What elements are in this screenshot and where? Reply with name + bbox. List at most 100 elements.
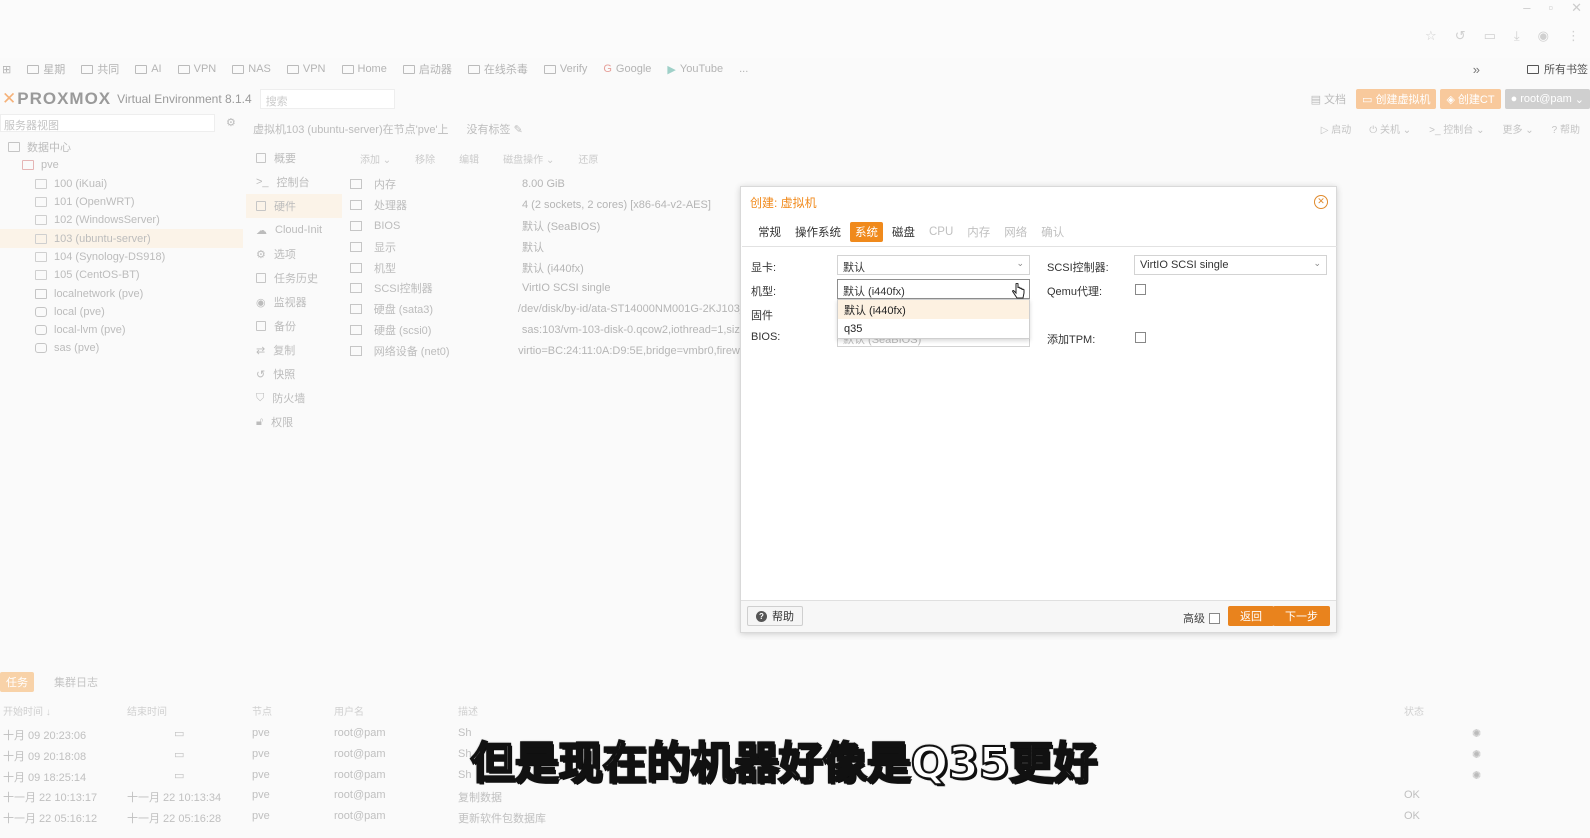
hardware-row[interactable]: 硬盘 (sata3)/dev/disk/by-id/ata-ST14000NM0… [346,299,746,320]
graphics-select[interactable]: 默认 ⌄ [837,255,1030,275]
tpm-checkbox[interactable] [1135,332,1146,343]
tree-item-node[interactable]: pve [0,156,243,174]
tree-item-storage[interactable]: local-lvm (pve) [0,321,243,339]
column-header[interactable]: 描述 [458,703,478,718]
gear-icon[interactable]: ⚙ [226,116,236,129]
disk-action-button[interactable]: 磁盘操作 ⌄ [503,151,554,166]
bookmark-item[interactable]: G Google [603,63,651,75]
column-header[interactable]: 用户名 [334,703,364,718]
docs-button[interactable]: ▤ 文档 [1305,89,1352,109]
table-row[interactable]: 十一月 22 05:16:12 十一月 22 05:16:28 pve root… [0,807,1590,828]
bookmark-item[interactable]: 星期 [27,61,65,77]
history-icon[interactable]: ↺ [1455,28,1466,44]
tree-item-vm[interactable]: 100 (iKuai) [0,175,243,193]
tree-item-vm[interactable]: 105 (CentOS-BT) [0,266,243,284]
download-icon[interactable]: ⤓ [1514,28,1520,44]
tree-item-vm[interactable]: 104 (Synology-DS918) [0,248,243,266]
dropdown-option[interactable]: q35 [838,319,1029,338]
tab-tasks[interactable]: 任务 [0,672,34,692]
bookmark-item[interactable]: VPN [286,63,326,75]
bookmark-item[interactable]: AI [135,63,162,75]
tab-cluster-log[interactable]: 集群日志 [48,672,104,692]
scsi-controller-select[interactable]: VirtIO SCSI single ⌄ [1134,255,1327,275]
bookmark-item[interactable]: 在线杀毒 [467,61,528,77]
menu-icon[interactable]: ⋮ [1567,28,1580,44]
tree-item-storage[interactable]: local (pve) [0,303,243,321]
hardware-row[interactable]: 内存 8.00 GiB [346,174,746,195]
user-menu-button[interactable]: ● root@pam ⌄ [1504,89,1590,109]
advanced-toggle[interactable]: 高级 [1183,610,1220,626]
submenu-item[interactable]: ⇄ 复制 [246,338,342,362]
shutdown-button[interactable]: ⏻ 关机 ⌄ [1369,121,1411,136]
column-header[interactable]: 状态 [1404,703,1424,718]
apps-icon[interactable]: ⊞ [2,63,11,76]
back-button[interactable]: 返回 [1228,606,1274,626]
close-icon[interactable]: ✕ [1571,0,1582,16]
submenu-item[interactable]: 任务历史 [246,266,342,290]
more-button[interactable]: 更多 ⌄ [1502,121,1533,136]
all-bookmarks-button[interactable]: 所有书签 [1527,58,1588,80]
submenu-item[interactable]: ◉ 监视器 [246,290,342,314]
column-header[interactable]: 结束时间 [127,703,167,718]
tags-edit[interactable]: 没有标签 ✎ [467,121,523,137]
console-button[interactable]: >_ 控制台 ⌄ [1429,121,1484,136]
submenu-item[interactable]: >_ 控制台 [246,170,342,194]
submenu-item[interactable]: ⚙ 选项 [246,242,342,266]
tree-item-datacenter[interactable]: 数据中心 [0,138,243,156]
tree-item-vm-selected[interactable]: 103 (ubuntu-server) [0,229,243,248]
submenu-item[interactable]: 🔓︎ 权限 [246,410,342,434]
view-select[interactable]: 服务器视图 [0,114,215,132]
hardware-row[interactable]: 处理器 4 (2 sockets, 2 cores) [x86-64-v2-AES… [346,195,746,216]
bookmark-item[interactable]: ... [739,63,748,75]
bookmark-star-icon[interactable]: ☆ [1425,28,1437,44]
bookmark-item[interactable]: 共同 [81,61,119,77]
hardware-row[interactable]: 网络设备 (net0) virtio=BC:24:11:0A:D9:5E,brid… [346,340,746,361]
qemu-agent-checkbox[interactable] [1135,284,1146,295]
start-button[interactable]: ▷ 启动 [1321,121,1351,136]
bookmark-item[interactable]: NAS [232,63,271,75]
tab-general[interactable]: 常规 [753,222,786,242]
column-header[interactable]: 开始时间 ↓ [3,703,51,718]
dropdown-option[interactable]: 默认 (i440fx) [838,300,1029,319]
profile-icon[interactable]: ◉ [1538,28,1549,44]
tree-item-storage[interactable]: sas (pve) [0,339,243,357]
create-vm-button[interactable]: ▭ 创建虚拟机 [1356,89,1437,109]
bookmark-item[interactable]: 启动器 [402,61,452,77]
column-header[interactable]: 节点 [252,703,272,718]
submenu-item[interactable]: ↺ 快照 [246,362,342,386]
tab-os[interactable]: 操作系统 [790,222,846,242]
edit-button[interactable]: 编辑 [459,151,479,166]
minimize-icon[interactable]: – [1523,0,1530,16]
tab-system[interactable]: 系统 [850,222,883,242]
create-ct-button[interactable]: ◈ 创建CT [1440,89,1501,109]
tree-item-vm[interactable]: 102 (WindowsServer) [0,211,243,229]
search-input[interactable]: 搜索 [259,89,395,109]
machine-select[interactable]: 默认 (i440fx) ⌄ [837,279,1030,299]
tab-disks[interactable]: 磁盘 [887,222,920,242]
submenu-item[interactable]: ☁ Cloud-Init [246,218,342,242]
bookmark-item[interactable]: ▶ YouTube [667,63,723,76]
bookmark-item[interactable]: Home [341,63,387,75]
hardware-row[interactable]: SCSI控制器 VirtIO SCSI single [346,278,746,299]
revert-button[interactable]: 还原 [578,151,598,166]
submenu-item[interactable]: 概要 [246,146,342,170]
bookmark-item[interactable]: Verify [543,63,587,75]
close-icon[interactable]: ✕ [1314,195,1328,209]
tree-item-network[interactable]: localnetwork (pve) [0,284,243,302]
bookmark-item[interactable]: VPN [177,63,216,75]
submenu-item[interactable]: 备份 [246,314,342,338]
help-button[interactable]: ? 帮助 [747,606,803,626]
remove-button[interactable]: 移除 [415,151,435,166]
submenu-item[interactable]: ⛉ 防火墙 [246,386,342,410]
add-button[interactable]: 添加 ⌄ [360,151,391,166]
help-button[interactable]: ? 帮助 [1552,121,1580,136]
advanced-checkbox[interactable] [1209,612,1220,624]
hardware-row[interactable]: BIOS 默认 (SeaBIOS) [346,216,746,237]
hardware-row[interactable]: 硬盘 (scsi0) sas:103/vm-103-disk-0.qcow2,io… [346,320,746,341]
next-button[interactable]: 下一步 [1273,606,1330,626]
extensions-icon[interactable]: ▭ [1484,28,1496,44]
submenu-item-active[interactable]: 硬件 [246,194,342,218]
hardware-row[interactable]: 显示 默认 [346,236,746,257]
tree-item-vm[interactable]: 101 (OpenWRT) [0,193,243,211]
bookmarks-more-button[interactable]: » [1473,58,1480,80]
